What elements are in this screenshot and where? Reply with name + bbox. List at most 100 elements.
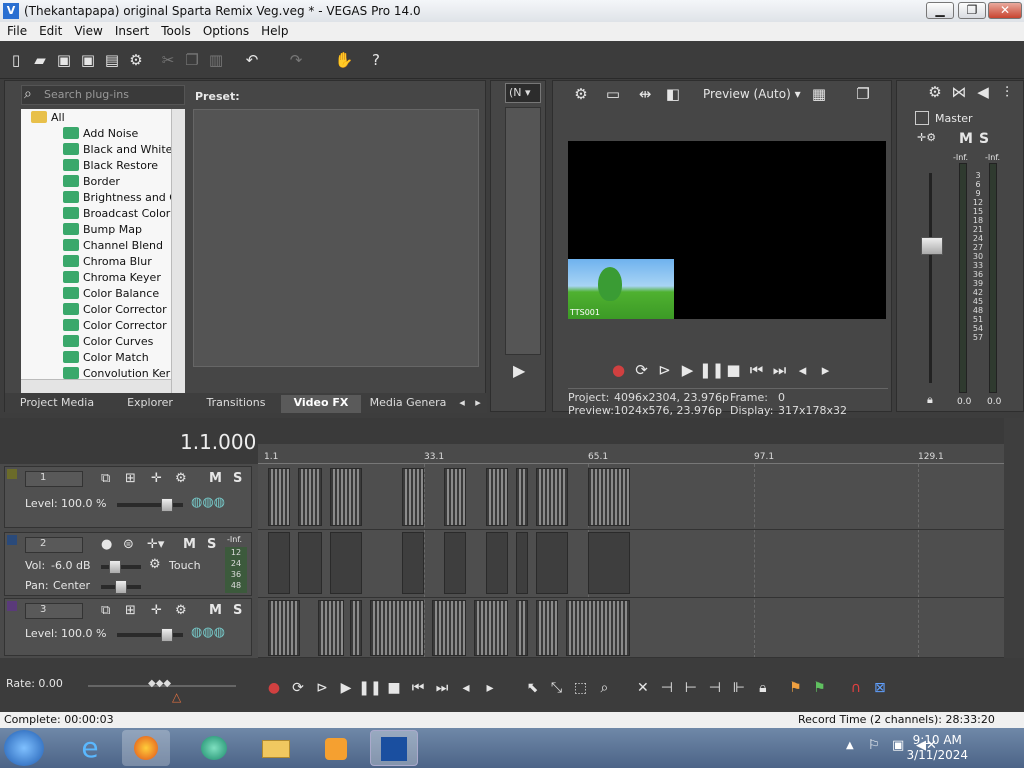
plugin-item[interactable]: Broadcast Colors xyxy=(63,207,176,223)
insert-region-icon[interactable]: ⚑ xyxy=(807,680,831,696)
video-event[interactable] xyxy=(370,600,424,656)
timeline-vertical-scrollbar[interactable] xyxy=(1004,418,1024,658)
play-icon[interactable]: ▶ xyxy=(334,680,358,696)
preview-quality-dropdown[interactable]: Preview (Auto) ▾ xyxy=(703,87,801,101)
save-icon[interactable]: ▣ xyxy=(54,51,74,69)
video-fx-icon[interactable]: ◧ xyxy=(663,85,683,103)
audio-event[interactable] xyxy=(268,532,290,594)
video-event[interactable] xyxy=(588,468,630,526)
delete-icon[interactable]: ✕ xyxy=(631,680,655,696)
trimmer-play-icon[interactable]: ▶ xyxy=(513,361,525,380)
media-player-icon[interactable] xyxy=(312,730,360,766)
rate-slider[interactable]: ◆◆◆ xyxy=(88,678,236,689)
volume-slider[interactable] xyxy=(101,560,141,574)
audio-event[interactable] xyxy=(588,532,630,594)
menu-tools[interactable]: Tools xyxy=(154,22,196,38)
compositing-icon[interactable]: ⊞ xyxy=(125,603,136,618)
go-to-start-icon[interactable]: ⏮ xyxy=(745,361,768,379)
go-to-end-icon[interactable]: ⏭ xyxy=(768,361,791,379)
plugin-item[interactable]: Color Corrector (S xyxy=(63,319,181,335)
redo-icon[interactable]: ↷ xyxy=(286,51,306,69)
menu-options[interactable]: Options xyxy=(196,22,254,38)
envelope-tool-icon[interactable]: ⤡ xyxy=(544,680,568,696)
video-event[interactable] xyxy=(402,468,424,526)
video-event[interactable] xyxy=(486,468,508,526)
video-event[interactable] xyxy=(268,600,300,656)
vegas-taskbar-icon[interactable] xyxy=(370,730,418,766)
pan-slider[interactable] xyxy=(101,580,141,594)
start-button-icon[interactable] xyxy=(4,730,44,766)
play-icon[interactable]: ▶ xyxy=(676,361,699,379)
trimmer-media-selector[interactable]: (N ▾ xyxy=(505,83,541,103)
track-number[interactable]: 3 xyxy=(25,603,83,619)
tab-media-generators[interactable]: Media Genera xyxy=(365,395,451,413)
audio-event[interactable] xyxy=(402,532,424,594)
mute-button[interactable]: M xyxy=(209,603,222,618)
play-from-start-icon[interactable]: ⊳ xyxy=(653,361,676,379)
video-event[interactable] xyxy=(330,468,362,526)
track-fx-gear-icon[interactable]: ⚙ xyxy=(175,471,187,486)
system-clock[interactable]: 9:10 AM 3/11/2024 xyxy=(906,733,968,763)
go-to-end-icon[interactable]: ⏭ xyxy=(430,680,454,696)
video-event[interactable] xyxy=(298,468,322,526)
internet-explorer-icon[interactable]: e xyxy=(66,730,114,766)
whats-this-help-icon[interactable]: ? xyxy=(366,51,386,69)
level-slider[interactable] xyxy=(117,628,183,642)
split-icon[interactable]: ⊩ xyxy=(727,680,751,696)
plugin-search-input[interactable]: ⌕ Search plug-ins xyxy=(21,85,185,105)
zoom-tool-icon[interactable]: ⌕ xyxy=(592,680,616,696)
open-folder-icon[interactable]: ▰ xyxy=(30,51,50,69)
track-header-video-1[interactable]: 1 ⧉ ⊞ ✛ ⚙ M S Level: 100.0 % ◍◍◍ xyxy=(4,466,252,528)
pause-icon[interactable]: ❚❚ xyxy=(358,680,382,696)
compositing-icon[interactable]: ⊞ xyxy=(125,471,136,486)
firefox-icon[interactable] xyxy=(122,730,170,766)
video-event[interactable] xyxy=(318,600,344,656)
channel-meters-icon[interactable]: ⫶ xyxy=(997,83,1017,101)
solo-button[interactable]: S xyxy=(233,471,242,486)
loop-icon[interactable]: ⟳ xyxy=(286,680,310,696)
audio-event[interactable] xyxy=(298,532,322,594)
video-event[interactable] xyxy=(536,468,568,526)
normal-edit-tool-icon[interactable]: ⬉ xyxy=(520,680,544,696)
tab-transitions[interactable]: Transitions xyxy=(195,395,277,413)
preview-properties-gear-icon[interactable]: ⚙ xyxy=(571,85,591,103)
properties-gear-icon[interactable]: ⚙ xyxy=(126,51,146,69)
downmix-icon[interactable]: ⋈ xyxy=(949,83,969,101)
master-mute-button[interactable]: M xyxy=(959,131,973,147)
master-fx-icon[interactable]: ✛⚙ xyxy=(917,131,936,144)
track-motion-icon[interactable]: ⧉ xyxy=(101,471,110,486)
plugin-hand-icon[interactable]: ✋ xyxy=(334,51,354,69)
audio-event[interactable] xyxy=(486,532,508,594)
track-lane-audio-2[interactable] xyxy=(258,530,1004,598)
network-icon[interactable]: ▣ xyxy=(892,738,904,753)
plugin-item[interactable]: Channel Blend xyxy=(63,239,163,255)
split-screen-icon[interactable]: ⇹ xyxy=(635,85,655,103)
solo-button[interactable]: S xyxy=(207,537,216,552)
stop-icon[interactable]: ■ xyxy=(722,361,745,379)
trim-icon[interactable]: ⊣ xyxy=(655,680,679,696)
tabs-left-arrow-icon[interactable]: ◂ xyxy=(455,395,469,413)
go-to-start-icon[interactable]: ⏮ xyxy=(406,680,430,696)
menu-file[interactable]: File xyxy=(0,22,32,38)
menu-insert[interactable]: Insert xyxy=(108,22,154,38)
trimmer-media-area[interactable] xyxy=(505,107,541,355)
level-slider[interactable] xyxy=(117,498,183,512)
master-solo-button[interactable]: S xyxy=(979,131,989,147)
play-from-start-icon[interactable]: ⊳ xyxy=(310,680,334,696)
tree-root-all[interactable]: All xyxy=(31,111,65,127)
plugin-item[interactable]: Black Restore xyxy=(63,159,158,175)
plugin-item[interactable]: Chroma Blur xyxy=(63,255,152,271)
track-motion-icon[interactable]: ⧉ xyxy=(101,603,110,618)
stop-icon[interactable]: ■ xyxy=(382,680,406,696)
audio-event[interactable] xyxy=(444,532,466,594)
plugin-item[interactable]: Color Match xyxy=(63,351,149,367)
track-number[interactable]: 2 xyxy=(25,537,83,553)
previous-frame-icon[interactable]: ◂ xyxy=(454,680,478,696)
overlays-grid-icon[interactable]: ▦ xyxy=(809,85,829,103)
lock-events-icon[interactable]: 🔒︎ xyxy=(751,680,775,696)
plugin-item[interactable]: Brightness and Co xyxy=(63,191,184,207)
copy-icon[interactable]: ❐ xyxy=(182,51,202,69)
menu-view[interactable]: View xyxy=(67,22,107,38)
plugin-item[interactable]: Color Balance xyxy=(63,287,159,303)
video-event[interactable] xyxy=(432,600,466,656)
